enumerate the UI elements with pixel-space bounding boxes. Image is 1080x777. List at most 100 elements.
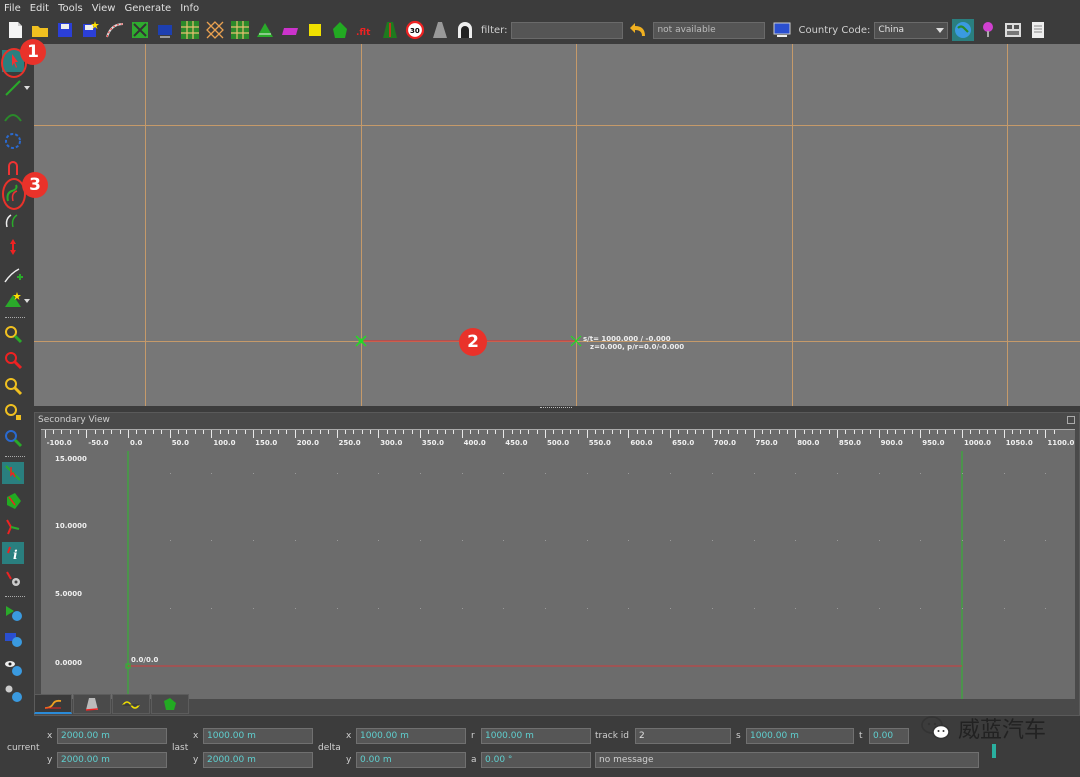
a-label: a xyxy=(471,755,477,765)
house-button[interactable] xyxy=(329,19,351,41)
road-tool-button[interactable] xyxy=(104,19,126,41)
loop-tool-button[interactable] xyxy=(2,156,24,178)
menu-tools[interactable]: Tools xyxy=(58,3,83,14)
document-button[interactable] xyxy=(1027,19,1049,41)
grid-dot xyxy=(169,608,171,609)
monitor-button[interactable] xyxy=(154,19,176,41)
grid-dot xyxy=(378,473,380,474)
ruler-tick-label: 300.0 xyxy=(380,439,403,447)
toolbar: .flt 30 filter: not available Country Co… xyxy=(0,16,1080,44)
settings-panel-button[interactable] xyxy=(1002,19,1024,41)
zoom-selection-button[interactable] xyxy=(2,427,24,449)
save-button[interactable] xyxy=(54,19,76,41)
info-tool-button[interactable]: i xyxy=(2,542,24,564)
road-gray-button[interactable] xyxy=(429,19,451,41)
current-y-label: y xyxy=(47,755,53,765)
menu-bar: File Edit Tools View Generate Info xyxy=(0,0,1080,16)
junction-tool-button[interactable] xyxy=(129,19,151,41)
arc-tool-button[interactable] xyxy=(2,106,24,128)
tab-elevation[interactable] xyxy=(34,694,72,714)
last-x-field[interactable]: 1000.00 m xyxy=(203,728,313,744)
ruler-tick xyxy=(294,430,296,438)
scenario-monitor-button[interactable] xyxy=(2,628,24,650)
shape-tool-button[interactable] xyxy=(2,490,24,512)
ruler-tick xyxy=(411,430,413,434)
tab-superelevation[interactable] xyxy=(73,694,111,714)
lane-tool-button[interactable] xyxy=(2,208,24,230)
mesh-button[interactable] xyxy=(204,19,226,41)
pin-button[interactable] xyxy=(977,19,999,41)
terrain-tool-button[interactable] xyxy=(2,290,24,312)
delta-y-field[interactable]: 0.00 m xyxy=(356,752,466,768)
ruler-tick xyxy=(144,430,146,434)
country-code-select[interactable]: China xyxy=(874,21,949,39)
main-view-canvas[interactable]: s/t= 1000.000 / -0.000 z=0.000, p/r=0.0/… xyxy=(34,44,1080,406)
t-field[interactable]: 0.00 xyxy=(869,728,909,744)
zoom-box-button[interactable] xyxy=(2,401,24,423)
line-tool-button[interactable] xyxy=(2,77,24,99)
add-road-tool-button[interactable] xyxy=(2,264,24,286)
tunnel-button[interactable] xyxy=(454,19,476,41)
menu-view[interactable]: View xyxy=(92,3,116,14)
profile-plot[interactable]: 15.0000 10.0000 5.0000 0.0000 0.0/0.0 xyxy=(41,451,1075,699)
ruler-tick xyxy=(970,430,972,434)
last-x-label: x xyxy=(193,731,199,741)
terrain-button[interactable] xyxy=(254,19,276,41)
surface-button[interactable] xyxy=(279,19,301,41)
float-panel-icon[interactable] xyxy=(1067,416,1075,424)
road-info-line2: z=0.000, p/r=0.0/-0.000 xyxy=(590,343,685,351)
ruler-tick xyxy=(211,430,213,438)
info-icon: i xyxy=(7,546,18,562)
elevation-tool-button[interactable] xyxy=(2,236,24,258)
globe-button[interactable] xyxy=(952,19,975,41)
ruler-tick xyxy=(194,430,196,434)
current-x-field[interactable]: 2000.00 m xyxy=(57,728,167,744)
s-field[interactable]: 1000.00 m xyxy=(746,728,854,744)
menu-info[interactable]: Info xyxy=(180,3,199,14)
new-file-button[interactable] xyxy=(4,19,26,41)
edit-pointer-button[interactable] xyxy=(2,462,24,484)
ruler-tick xyxy=(469,430,471,434)
r-field[interactable]: 1000.00 m xyxy=(481,728,591,744)
road-marking-icon xyxy=(383,22,397,38)
scenario-view-button[interactable] xyxy=(2,656,24,678)
menu-edit[interactable]: Edit xyxy=(30,3,49,14)
a-field[interactable]: 0.00 ° xyxy=(481,752,591,768)
undo-button[interactable] xyxy=(628,19,650,41)
tab-shape[interactable] xyxy=(151,694,189,714)
road-marking-button[interactable] xyxy=(379,19,401,41)
line-tool-dropdown-icon[interactable] xyxy=(24,86,30,90)
grid2-button[interactable] xyxy=(229,19,251,41)
menu-generate[interactable]: Generate xyxy=(124,3,171,14)
grid-button[interactable] xyxy=(179,19,201,41)
computer-button[interactable] xyxy=(771,19,793,41)
current-y-field[interactable]: 2000.00 m xyxy=(57,752,167,768)
circle-tool-button[interactable] xyxy=(2,130,24,152)
connect-tool-button[interactable] xyxy=(2,516,24,538)
zoom-all-button[interactable] xyxy=(2,375,24,397)
zoom-in-button[interactable] xyxy=(2,323,24,345)
straight-line-icon xyxy=(5,80,21,96)
track-id-field[interactable]: 2 xyxy=(635,728,731,744)
tab-crossfall[interactable] xyxy=(112,694,150,714)
open-file-button[interactable] xyxy=(29,19,51,41)
grid-dot xyxy=(586,608,588,609)
zoom-out-button[interactable] xyxy=(2,349,24,371)
filter-input[interactable] xyxy=(511,21,624,39)
save-as-button[interactable] xyxy=(79,19,101,41)
road-settings-button[interactable] xyxy=(2,568,24,590)
speed-sign-button[interactable]: 30 xyxy=(404,19,426,41)
terrain-dropdown-icon[interactable] xyxy=(24,299,30,303)
scenario-settings-button[interactable] xyxy=(2,682,24,704)
flt-button[interactable]: .flt xyxy=(354,19,376,41)
ruler-tick xyxy=(603,430,605,434)
ruler-tick xyxy=(878,430,880,438)
grid-dot xyxy=(878,608,880,609)
grid-dot xyxy=(920,608,922,609)
ruler-tick xyxy=(511,430,513,434)
last-y-field[interactable]: 2000.00 m xyxy=(203,752,313,768)
menu-file[interactable]: File xyxy=(4,3,21,14)
scenario-play-button[interactable] xyxy=(2,602,24,624)
object-button[interactable] xyxy=(304,19,326,41)
delta-x-field[interactable]: 1000.00 m xyxy=(356,728,466,744)
